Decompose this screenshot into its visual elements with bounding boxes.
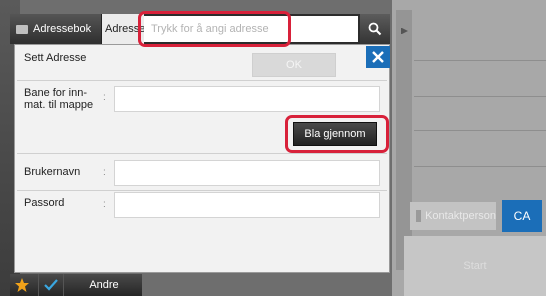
ca-button[interactable]: CA: [502, 200, 542, 232]
close-button[interactable]: [366, 46, 390, 68]
background-divider: [414, 96, 546, 97]
other-button[interactable]: Andre: [66, 274, 142, 296]
browse-button[interactable]: Bla gjennom: [293, 122, 377, 146]
check-icon: [44, 279, 58, 291]
tab-address[interactable]: Adresse: [102, 14, 144, 44]
path-label-line2: mat. til mappe: [24, 99, 94, 111]
username-label: Brukernavn: [24, 166, 81, 178]
ok-button[interactable]: OK: [252, 53, 336, 77]
background-right-strip: [396, 10, 412, 270]
dialog-divider: [17, 153, 387, 154]
set-address-dialog: [14, 44, 390, 273]
path-label-line1: Bane for inn-: [24, 87, 87, 99]
tab-addressbook-label: Adressebok: [33, 23, 92, 35]
check-button[interactable]: [38, 274, 64, 296]
address-input[interactable]: [144, 16, 358, 42]
contacts-label: Kontaktperson: [425, 210, 496, 222]
start-button[interactable]: Start: [404, 236, 546, 296]
password-separator: :: [103, 199, 106, 210]
dialog-divider: [17, 190, 387, 191]
username-input[interactable]: [114, 160, 380, 186]
close-icon: [372, 51, 384, 63]
path-input[interactable]: [114, 86, 380, 112]
tab-addressbook[interactable]: Adressebok: [10, 14, 102, 44]
background-divider: [414, 60, 546, 61]
background-divider: [414, 166, 546, 167]
background-divider: [414, 130, 546, 131]
addressbook-icon: [16, 24, 28, 34]
star-icon[interactable]: [14, 277, 30, 293]
tab-address-label: Adresse: [105, 23, 144, 35]
path-separator: :: [103, 92, 106, 103]
password-input[interactable]: [114, 192, 380, 218]
dialog-title: Sett Adresse: [24, 52, 87, 64]
contacts-button[interactable]: Kontaktperson: [410, 202, 496, 230]
contacts-icon: [416, 210, 422, 222]
expand-arrow-icon[interactable]: [400, 26, 410, 36]
search-icon: [368, 22, 382, 36]
password-label: Passord: [24, 197, 65, 209]
search-button[interactable]: [360, 14, 390, 44]
path-field-label: Bane for inn- mat. til mappe: [24, 87, 93, 111]
dialog-divider: [17, 80, 387, 81]
username-separator: :: [103, 167, 106, 178]
